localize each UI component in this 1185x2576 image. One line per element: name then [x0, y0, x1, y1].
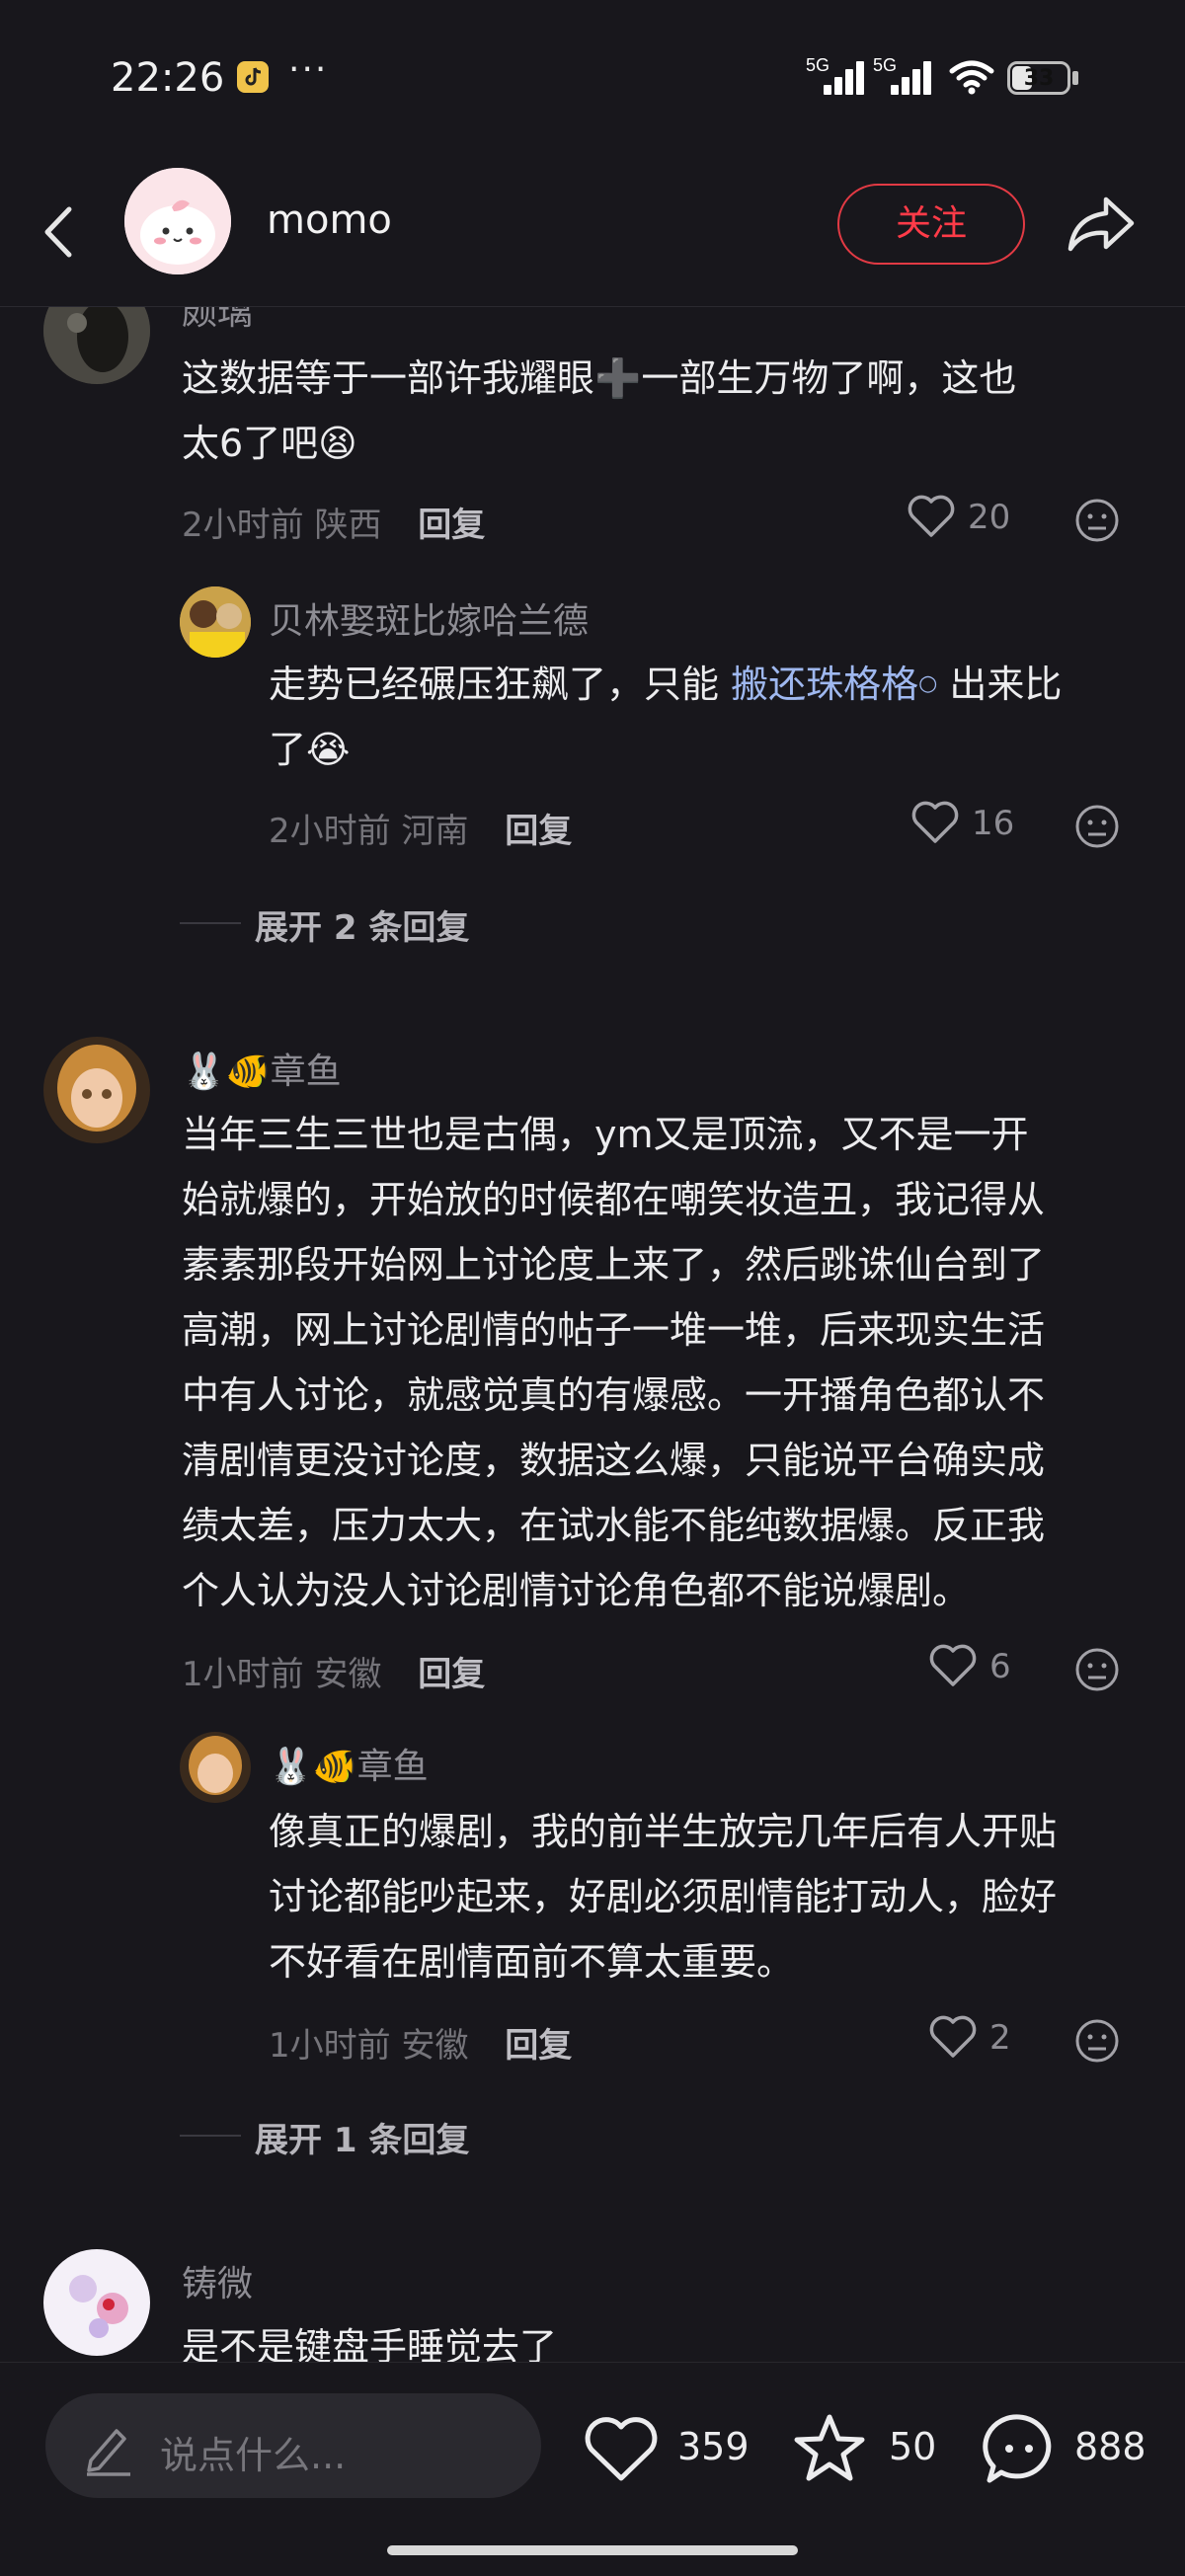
like-count: 16 — [972, 804, 1015, 843]
reply-username[interactable]: 🐰🐠章鱼 — [269, 1738, 429, 1789]
comment-avatar[interactable] — [43, 307, 150, 384]
comment-username[interactable]: 颇璃 — [182, 307, 253, 335]
pencil-icon — [81, 2421, 134, 2480]
dislike-face-icon[interactable] — [1074, 2018, 1120, 2068]
like-count: 6 — [989, 1647, 1011, 1686]
like-count: 2 — [989, 2018, 1011, 2058]
comment-total: 888 — [1074, 2425, 1146, 2468]
heart-icon[interactable] — [907, 494, 956, 543]
share-icon[interactable] — [1063, 190, 1138, 259]
heart-icon[interactable] — [910, 800, 960, 849]
comment-location: 陕西 — [314, 506, 382, 545]
comment-meta: 1小时前 安徽 回复 — [182, 1655, 486, 1694]
more-notifications-icon: ··· — [288, 49, 329, 90]
comment-text: 个人认为没人讨论剧情讨论角色都不能说爆剧。 — [182, 1569, 971, 1612]
reply-button[interactable]: 回复 — [418, 1655, 485, 1694]
battery-icon: 33 — [1007, 61, 1070, 95]
reply-meta: 1小时前 安徽 回复 — [269, 2026, 573, 2066]
search-link[interactable]: 搬还珠格格 — [731, 663, 918, 706]
reply-avatar[interactable] — [180, 586, 251, 658]
comment-text: 清剧情更没讨论度，数据这么爆，只能说平台确实成 — [182, 1439, 1046, 1482]
reply-avatar[interactable] — [180, 1732, 251, 1803]
comment-text: 始就爆的，开始放的时候都在嘲笑妆造丑，我记得从 — [182, 1178, 1046, 1221]
reply-text: 了😭 — [269, 728, 351, 771]
like-count: 20 — [968, 498, 1011, 537]
comment-text: 高潮，网上讨论剧情的帖子一堆一堆，后来现实生活 — [182, 1308, 1046, 1352]
follow-button[interactable]: 关注 — [837, 184, 1025, 265]
comment-text: 中有人讨论，就感觉真的有爆感。一开播角色都认不 — [182, 1373, 1046, 1417]
reply-meta: 2小时前 河南 回复 — [269, 812, 573, 851]
battery-tip — [1072, 71, 1078, 85]
tiktok-icon — [237, 61, 269, 93]
reply-button[interactable]: 回复 — [505, 2026, 572, 2066]
signal-icon-2: 5G — [873, 55, 932, 95]
comment-input-placeholder[interactable]: 说点什么... — [160, 2425, 346, 2479]
comment-text: 绩太差，压力太大，在试水能不能纯数据爆。反正我 — [182, 1504, 1046, 1547]
reply-username[interactable]: 贝林娶斑比嫁哈兰德 — [269, 592, 589, 644]
reply-text: 走势已经碾压狂飙了，只能 搬还珠格格○ 出来比 — [269, 663, 1063, 706]
comment-meta: 2小时前 陕西 回复 — [182, 498, 485, 546]
dislike-face-icon[interactable] — [1074, 804, 1120, 853]
dislike-face-icon[interactable] — [1074, 498, 1120, 547]
reply-text: 像真正的爆剧，我的前半生放完几年后有人开贴 — [269, 1810, 1058, 1853]
comment-username[interactable]: 铸微 — [182, 2255, 253, 2306]
heart-icon[interactable] — [928, 2014, 978, 2064]
comment-bubble-icon[interactable] — [980, 2409, 1059, 2492]
reply-text: 不好看在剧情面前不算太重要。 — [269, 1940, 795, 1984]
favorite-total: 50 — [889, 2425, 937, 2468]
comment-text: 这数据等于一部许我耀眼➕一部生万物了啊，这也 — [182, 356, 1017, 400]
back-icon[interactable] — [36, 197, 85, 267]
comment-avatar[interactable] — [43, 1037, 150, 1143]
home-indicator[interactable] — [387, 2545, 798, 2555]
author-avatar[interactable] — [124, 168, 231, 274]
comment-text: 素素那段开始网上讨论度上来了，然后跳诛仙台到了 — [182, 1243, 1046, 1287]
comment-avatar[interactable] — [43, 2249, 150, 2356]
expand-replies-button[interactable]: 展开 1 条回复 — [255, 2113, 469, 2161]
reply-button[interactable]: 回复 — [505, 812, 572, 851]
comment-username[interactable]: 🐰🐠章鱼 — [182, 1043, 342, 1094]
wifi-icon — [948, 59, 995, 99]
reply-text: 讨论都能吵起来，好剧必须剧情能打动人，脸好 — [269, 1875, 1058, 1918]
star-icon[interactable] — [790, 2411, 869, 2490]
divider — [180, 2135, 241, 2137]
heart-icon[interactable] — [583, 2415, 660, 2488]
comment-text: 当年三生三世也是古偶，ym又是顶流，又不是一开 — [182, 1113, 1029, 1156]
divider — [180, 922, 241, 924]
author-name[interactable]: momo — [267, 197, 392, 243]
status-time: 22:26 — [111, 55, 225, 101]
signal-icon: 5G — [806, 55, 865, 95]
comment-time: 2小时前 — [182, 506, 304, 545]
dislike-face-icon[interactable] — [1074, 1647, 1120, 1696]
heart-icon[interactable] — [928, 1643, 978, 1692]
comment-text: 太6了吧😫 — [182, 422, 357, 465]
expand-replies-button[interactable]: 展开 2 条回复 — [255, 900, 469, 949]
search-icon[interactable]: ○ — [918, 671, 937, 696]
like-total: 359 — [677, 2425, 750, 2468]
reply-button[interactable]: 回复 — [418, 506, 485, 545]
